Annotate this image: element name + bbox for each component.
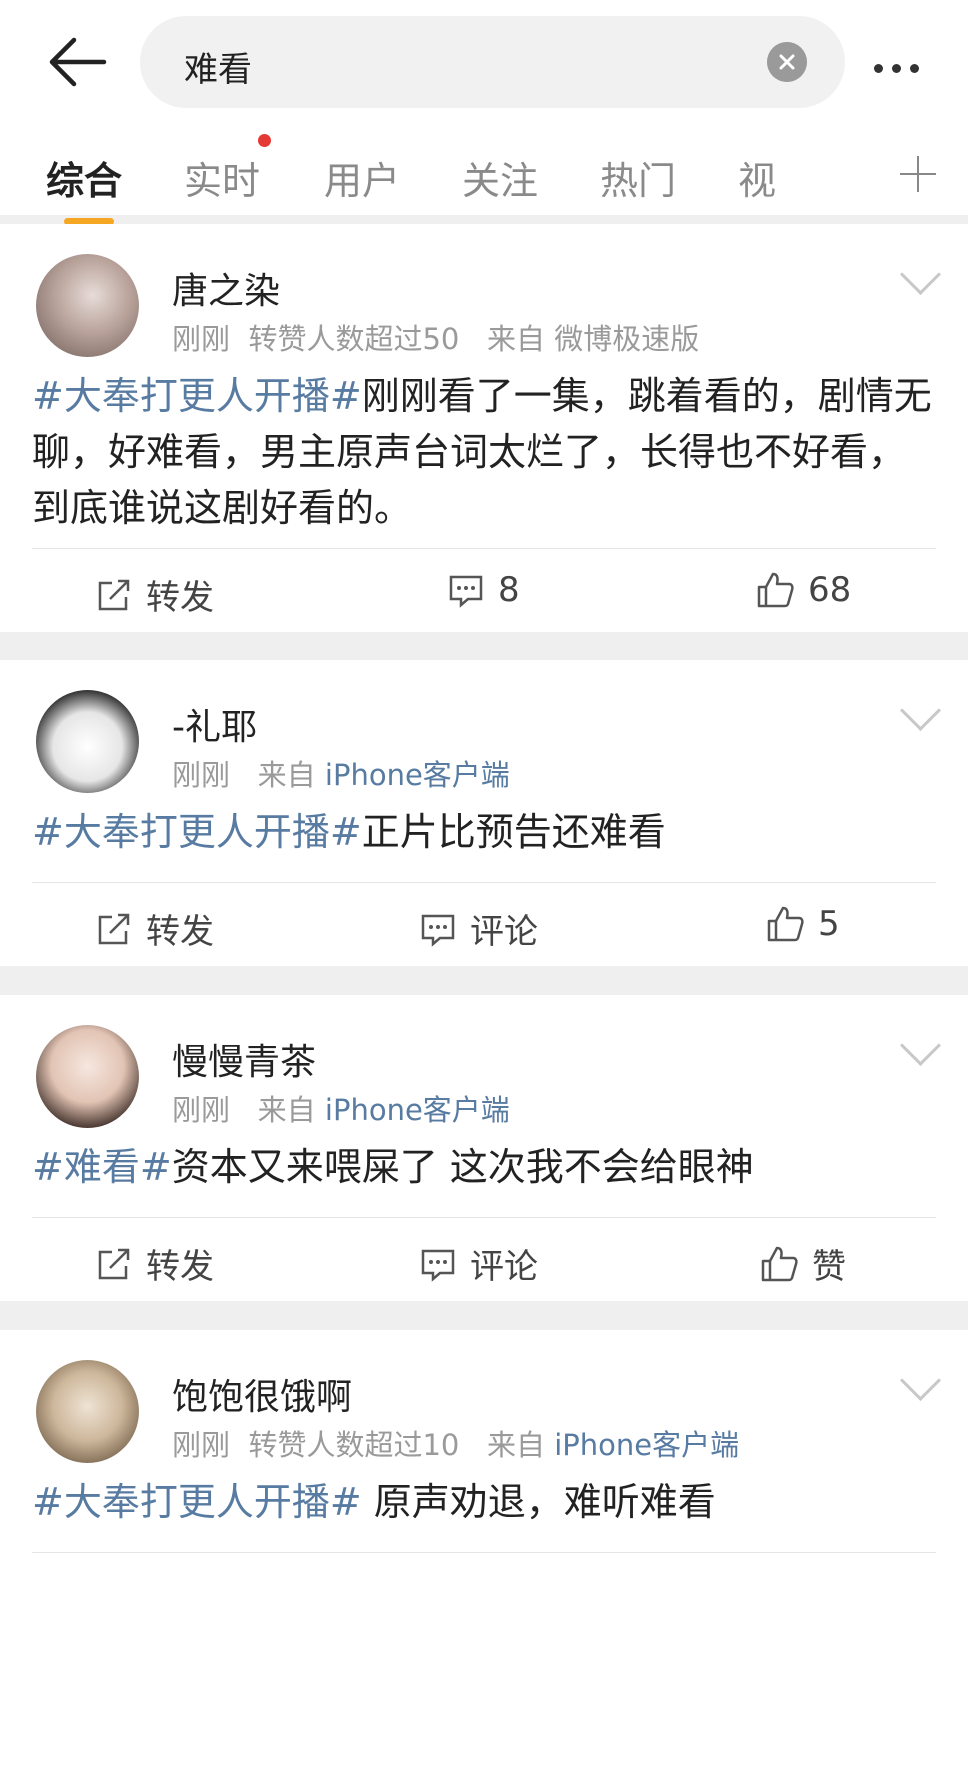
post-text: #大奉打更人开播#刚刚看了一集，跳着看的，剧情无聊，好难看，男主原声台词太烂了，… (32, 374, 932, 530)
post-card: 唐之染 刚刚 转赞人数超过50 来自 微博极速版 #大奉打更人开播#刚刚看了一集… (0, 224, 968, 632)
post-card: -礼耶 刚刚 来自 iPhone客户端 #大奉打更人开播#正片比预告还难看 转发… (0, 660, 968, 966)
post-meta: 刚刚 转赞人数超过10 来自 iPhone客户端 (172, 1428, 740, 1462)
tab-hot[interactable]: 热门 (600, 150, 676, 205)
divider (32, 1217, 936, 1218)
user-name[interactable]: 唐之染 (172, 262, 280, 314)
add-tab-icon[interactable] (900, 156, 936, 192)
like-button[interactable]: 5 (766, 904, 840, 944)
chevron-down-icon[interactable] (899, 689, 942, 732)
tab-bar: 综合 实时 用户 关注 热门 视 (0, 150, 968, 210)
user-name[interactable]: 慢慢青茶 (172, 1033, 316, 1085)
post-meta: 刚刚 来自 iPhone客户端 (172, 1093, 510, 1127)
divider (32, 882, 936, 883)
post-card: 慢慢青茶 刚刚 来自 iPhone客户端 #难看#资本又来喂屎了 这次我不会给眼… (0, 995, 968, 1301)
tab-following[interactable]: 关注 (462, 150, 538, 205)
thumbs-up-icon (767, 906, 804, 942)
comment-button[interactable]: 评论 (420, 904, 538, 953)
search-query: 难看 (184, 50, 252, 90)
comment-icon (421, 914, 455, 947)
user-name[interactable]: -礼耶 (172, 698, 257, 750)
thumbs-up-icon (761, 1246, 798, 1281)
post-card: 饱饱很饿啊 刚刚 转赞人数超过10 来自 iPhone客户端 #大奉打更人开播#… (0, 1330, 968, 1767)
avatar[interactable] (36, 690, 139, 793)
post-text: #难看#资本又来喂屎了 这次我不会给眼神 (32, 1145, 754, 1189)
tab-users[interactable]: 用户 (324, 150, 400, 205)
repost-icon (98, 579, 130, 610)
comment-icon (449, 575, 483, 608)
divider (32, 548, 936, 549)
hashtag[interactable]: #大奉打更人开播# (32, 1480, 362, 1524)
comment-button[interactable]: 8 (448, 570, 520, 610)
tab-realtime[interactable]: 实时 (184, 150, 260, 205)
post-meta: 刚刚 转赞人数超过50 来自 微博极速版 (172, 322, 700, 356)
repost-icon (98, 913, 130, 944)
repost-button[interactable]: 转发 (96, 904, 214, 953)
search-input[interactable]: 难看 (140, 16, 845, 108)
comment-icon (421, 1249, 455, 1282)
chevron-down-icon[interactable] (899, 1359, 942, 1402)
hashtag[interactable]: #大奉打更人开播# (32, 810, 362, 854)
avatar[interactable] (36, 1360, 139, 1463)
hashtag[interactable]: #难看# (32, 1145, 172, 1189)
avatar[interactable] (36, 1025, 139, 1128)
thumbs-up-icon (757, 572, 794, 608)
comment-button[interactable]: 评论 (420, 1239, 538, 1288)
chevron-down-icon[interactable] (899, 1024, 942, 1067)
back-arrow-icon[interactable] (46, 36, 108, 88)
post-text: #大奉打更人开播# 原声劝退，难听难看 (32, 1480, 716, 1524)
post-meta: 刚刚 来自 iPhone客户端 (172, 758, 510, 792)
realtime-notification-dot (258, 134, 271, 147)
hashtag[interactable]: #大奉打更人开播# (32, 374, 362, 418)
tab-comprehensive[interactable]: 综合 (46, 150, 122, 205)
clear-icon[interactable] (767, 42, 807, 82)
avatar[interactable] (36, 254, 139, 357)
chevron-down-icon[interactable] (899, 253, 942, 296)
more-icon[interactable] (874, 58, 928, 77)
repost-button[interactable]: 转发 (96, 1239, 214, 1288)
repost-button[interactable]: 转发 (96, 570, 214, 619)
post-text: #大奉打更人开播#正片比预告还难看 (32, 810, 666, 854)
like-button[interactable]: 赞 (760, 1239, 846, 1288)
tab-video[interactable]: 视 (738, 150, 776, 205)
like-button[interactable]: 68 (756, 570, 851, 610)
divider (32, 1552, 936, 1553)
repost-icon (98, 1248, 130, 1279)
user-name[interactable]: 饱饱很饿啊 (172, 1368, 352, 1420)
